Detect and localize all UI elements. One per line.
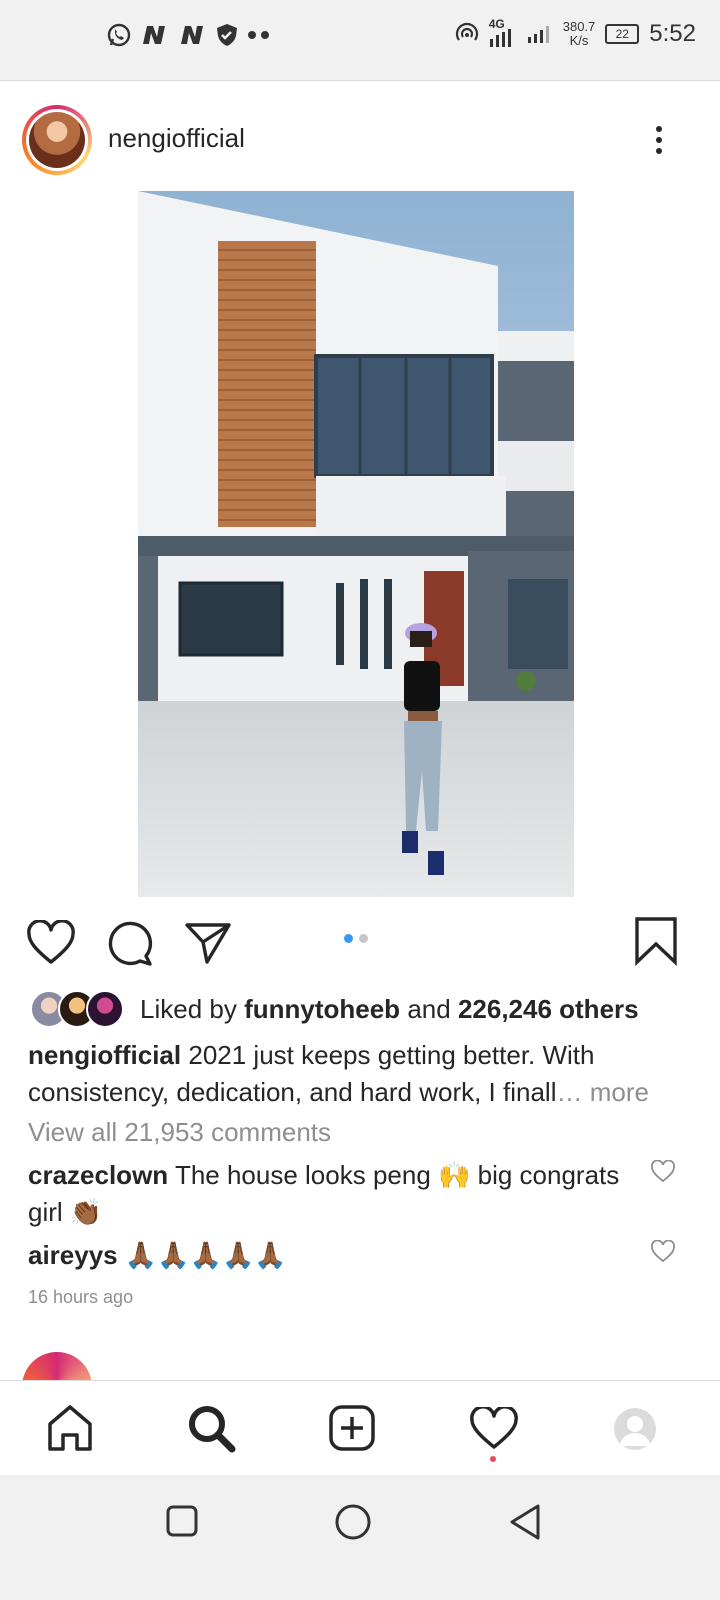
likes-count[interactable]: 226,246 others xyxy=(458,994,639,1024)
new-post-icon[interactable] xyxy=(328,1404,376,1452)
comment-icon[interactable] xyxy=(106,920,154,968)
comment-item: aireyys 🙏🏾🙏🏾🙏🏾🙏🏾🙏🏾 xyxy=(28,1237,628,1274)
whatsapp-icon xyxy=(107,23,131,47)
activity-notification-dot xyxy=(490,1456,496,1462)
home-icon[interactable] xyxy=(46,1404,94,1452)
like-heart-icon[interactable] xyxy=(26,920,76,966)
profile-tab-avatar[interactable] xyxy=(614,1408,656,1450)
recent-apps-icon[interactable] xyxy=(166,1505,198,1537)
comment-username[interactable]: aireyys xyxy=(28,1240,118,1270)
carousel-dot-active xyxy=(344,934,353,943)
post-caption: nengiofficial 2021 just keeps getting be… xyxy=(28,1037,688,1111)
system-navigation-bar xyxy=(0,1475,720,1600)
comment-like-heart-icon[interactable] xyxy=(650,1160,676,1184)
comment-like-heart-icon[interactable] xyxy=(650,1240,676,1264)
status-time: 5:52 xyxy=(649,20,696,47)
save-bookmark-icon[interactable] xyxy=(634,916,678,966)
status-right-icons: 4G 380.7 K/s 22 5:52 xyxy=(455,17,696,48)
caption-ellipsis: … xyxy=(556,1077,583,1107)
shield-icon xyxy=(217,24,237,46)
carousel-indicator xyxy=(344,934,368,943)
likes-summary[interactable]: Liked by funnytoheeb and 226,246 others xyxy=(30,987,639,1031)
signal-icon xyxy=(527,26,549,43)
battery-icon: 22 xyxy=(605,24,640,44)
network-speed-value: 380.7 xyxy=(562,19,596,34)
profile-placeholder-icon xyxy=(620,1416,650,1446)
more-dots-icon xyxy=(248,31,269,39)
comment-text: 🙏🏾🙏🏾🙏🏾🙏🏾🙏🏾 xyxy=(124,1240,287,1270)
carousel-dot xyxy=(359,934,368,943)
avatar-image xyxy=(29,112,85,168)
n-app-icon xyxy=(143,26,165,44)
network-speed-unit: K/s xyxy=(569,33,589,48)
post-author-username[interactable]: nengiofficial xyxy=(108,123,245,154)
post-timestamp: 16 hours ago xyxy=(28,1287,134,1307)
battery-level: 22 xyxy=(615,27,629,41)
back-icon[interactable] xyxy=(508,1503,542,1541)
liker-username[interactable]: funnytoheeb xyxy=(244,994,400,1024)
likes-connector: and xyxy=(407,993,451,1024)
n-app-icon xyxy=(181,26,203,44)
caption-username[interactable]: nengiofficial xyxy=(28,1040,181,1070)
search-icon[interactable] xyxy=(186,1403,236,1453)
network-speed: 380.7 K/s xyxy=(563,20,596,48)
liker-avatar xyxy=(86,990,124,1028)
author-avatar[interactable] xyxy=(22,105,92,175)
caption-more-link[interactable]: more xyxy=(590,1077,649,1107)
comment-item: crazeclown The house looks peng 🙌 big co… xyxy=(28,1157,628,1231)
likes-prefix: Liked by xyxy=(140,993,237,1024)
more-options-icon[interactable] xyxy=(646,122,672,158)
post-header: nengiofficial xyxy=(0,95,720,191)
bottom-navigation xyxy=(0,1380,720,1476)
post-action-bar xyxy=(0,910,720,970)
likes-text: Liked by funnytoheeb and 226,246 others xyxy=(140,994,639,1025)
activity-heart-icon[interactable] xyxy=(469,1407,519,1451)
status-left-icons xyxy=(106,22,272,48)
house-photo xyxy=(138,191,574,897)
mobile-signal-icon: 4G xyxy=(489,17,517,47)
view-all-comments-link[interactable]: View all 21,953 comments xyxy=(28,1117,331,1148)
comment-username[interactable]: crazeclown xyxy=(28,1160,168,1190)
status-bar: 4G 380.7 K/s 22 5:52 xyxy=(0,0,720,81)
share-direct-icon[interactable] xyxy=(184,920,232,966)
hotspot-icon xyxy=(455,22,478,41)
home-button-icon[interactable] xyxy=(334,1503,372,1541)
post-image[interactable] xyxy=(138,191,574,897)
